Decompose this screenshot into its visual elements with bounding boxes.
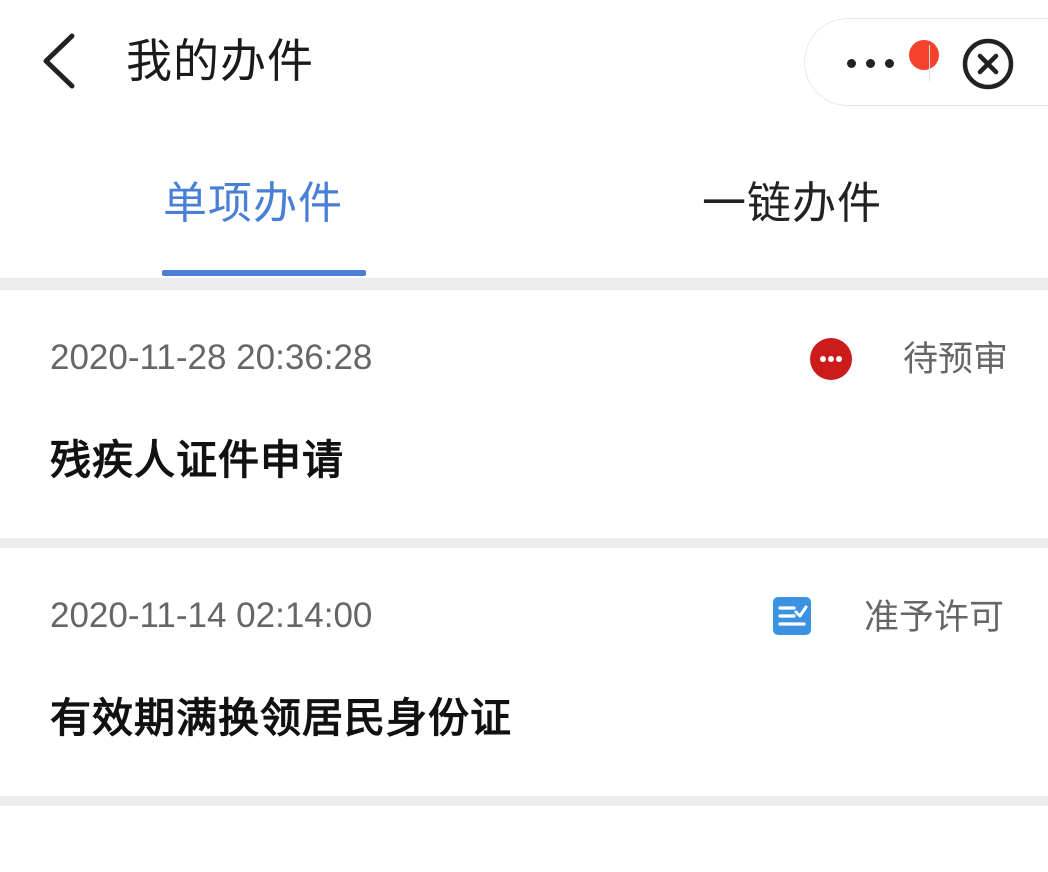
- active-tab-indicator: [162, 270, 366, 276]
- document-check-icon: [772, 596, 812, 636]
- section-divider: [0, 278, 1048, 290]
- more-dot-icon: [847, 59, 856, 68]
- record-time: 2020-11-28 20:36:28: [50, 338, 373, 377]
- close-circle-icon: [962, 38, 1014, 90]
- record-card[interactable]: 2020-11-28 20:36:28 待预审 残疾人证件申请: [0, 290, 1048, 538]
- nav-bar: 我的办件: [0, 0, 1048, 130]
- record-time: 2020-11-14 02:14:00: [50, 596, 373, 635]
- tab-single-item[interactable]: 单项办件: [163, 172, 343, 236]
- page-title: 我的办件: [126, 34, 314, 88]
- card-divider: [0, 796, 1048, 806]
- chevron-left-icon: [43, 33, 75, 89]
- more-dot-icon: [866, 59, 875, 68]
- record-title: 有效期满换领居民身份证: [50, 694, 512, 742]
- close-button[interactable]: [961, 37, 1015, 91]
- mini-program-capsule: [804, 18, 1048, 106]
- record-title: 残疾人证件申请: [50, 436, 344, 484]
- record-card[interactable]: 2020-11-14 02:14:00 准予许可 有效期满换领居民身份证: [0, 548, 1048, 796]
- card-divider: [0, 538, 1048, 548]
- page: 我的办件 单项办件 一链办件 2020-11-28 20:36:28 待预审 残…: [0, 0, 1048, 872]
- tab-chain-item[interactable]: 一链办件: [702, 172, 882, 236]
- more-circle-icon: [810, 338, 852, 380]
- record-status: 准予许可: [864, 598, 1005, 638]
- tab-bar: 单项办件 一链办件: [0, 130, 1048, 278]
- more-dot-icon: [885, 59, 894, 68]
- back-button[interactable]: [30, 26, 90, 96]
- capsule-divider: [929, 45, 930, 81]
- more-button[interactable]: [835, 33, 939, 93]
- notification-badge: [909, 40, 939, 70]
- record-status: 待预审: [903, 340, 1009, 380]
